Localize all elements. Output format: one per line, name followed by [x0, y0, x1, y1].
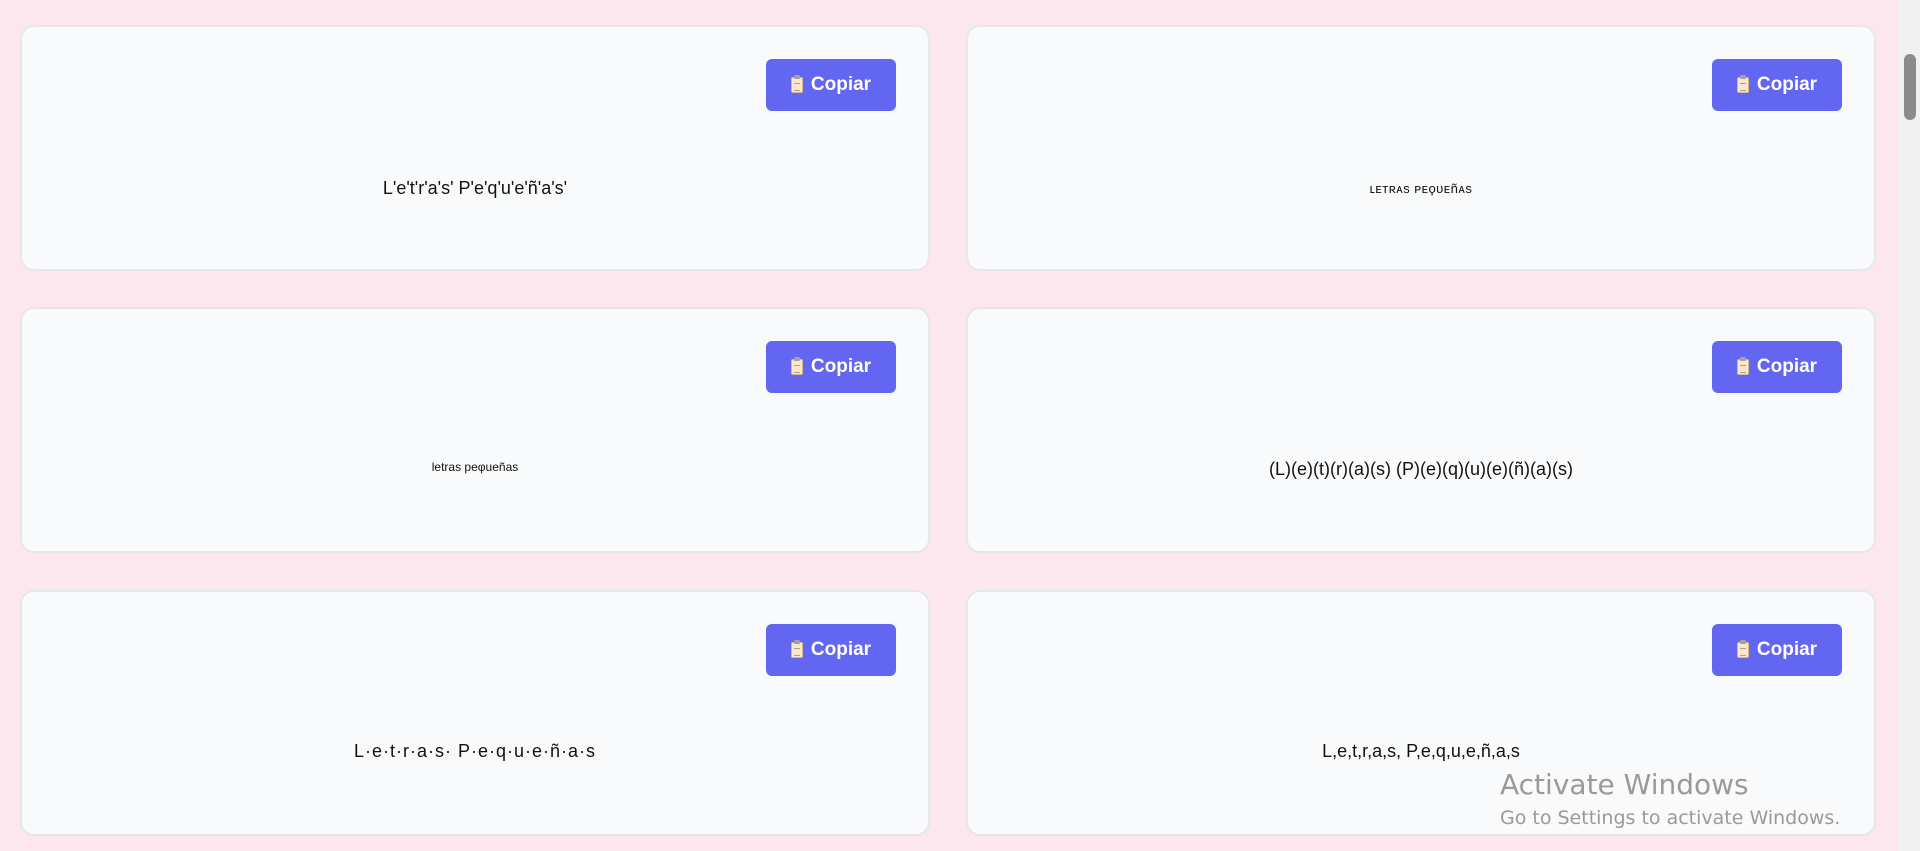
watermark-subtitle: Go to Settings to activate Windows. [1500, 807, 1841, 829]
copy-button[interactable]: Copiar [766, 59, 896, 111]
scrollbar-thumb[interactable] [1904, 54, 1916, 120]
copy-button-label: Copiar [1756, 74, 1818, 95]
style-card: Copiar (L)(e)(t)(r)(a)(s) (P)(e)(q)(u)(e… [966, 307, 1876, 553]
clipboard-icon [790, 75, 803, 93]
style-card: Copiar ʟᴇᴛʀᴀs ᴘᴇϙᴜᴇñᴀs [966, 25, 1876, 271]
clipboard-icon [1736, 357, 1749, 375]
copy-button[interactable]: Copiar [1712, 341, 1842, 393]
style-card: Copiar letras peφueñas [20, 307, 930, 553]
copy-button-label: Copiar [810, 639, 872, 660]
copy-button-label: Copiar [810, 356, 872, 377]
styled-text: ʟᴇᴛʀᴀs ᴘᴇϙᴜᴇñᴀs [1369, 181, 1473, 196]
clipboard-icon [1736, 75, 1749, 93]
clipboard-icon [1736, 640, 1749, 658]
styled-text: L·e·t·r·a·s· P·e·q·u·e·ñ·a·s [353, 741, 597, 761]
styled-text: letras peφueñas [431, 460, 519, 474]
copy-button-label: Copiar [1756, 639, 1818, 660]
watermark-title: Activate Windows [1500, 768, 1749, 801]
copy-button[interactable]: Copiar [766, 341, 896, 393]
copy-button[interactable]: Copiar [766, 624, 896, 676]
copy-button-label: Copiar [810, 74, 872, 95]
copy-button-label: Copiar [1756, 356, 1818, 377]
styled-text: L,e,t,r,a,s, P,e,q,u,e,ñ,a,s [1322, 741, 1520, 761]
styled-text: (L)(e)(t)(r)(a)(s) (P)(e)(q)(u)(e)(ñ)(a)… [1269, 459, 1573, 479]
results-grid: Copiar L'e't'r'a's' P'e'q'u'e'ñ'a's' Cop… [0, 0, 1898, 851]
style-card: Copiar L·e·t·r·a·s· P·e·q·u·e·ñ·a·s [20, 590, 930, 836]
activate-windows-watermark: Activate Windows Go to Settings to activ… [1500, 768, 1840, 834]
copy-button[interactable]: Copiar [1712, 624, 1842, 676]
vertical-scrollbar[interactable] [1898, 0, 1920, 851]
style-card: Copiar L'e't'r'a's' P'e'q'u'e'ñ'a's' [20, 25, 930, 271]
styled-text: L'e't'r'a's' P'e'q'u'e'ñ'a's' [382, 178, 568, 198]
clipboard-icon [790, 640, 803, 658]
clipboard-icon [790, 357, 803, 375]
copy-button[interactable]: Copiar [1712, 59, 1842, 111]
